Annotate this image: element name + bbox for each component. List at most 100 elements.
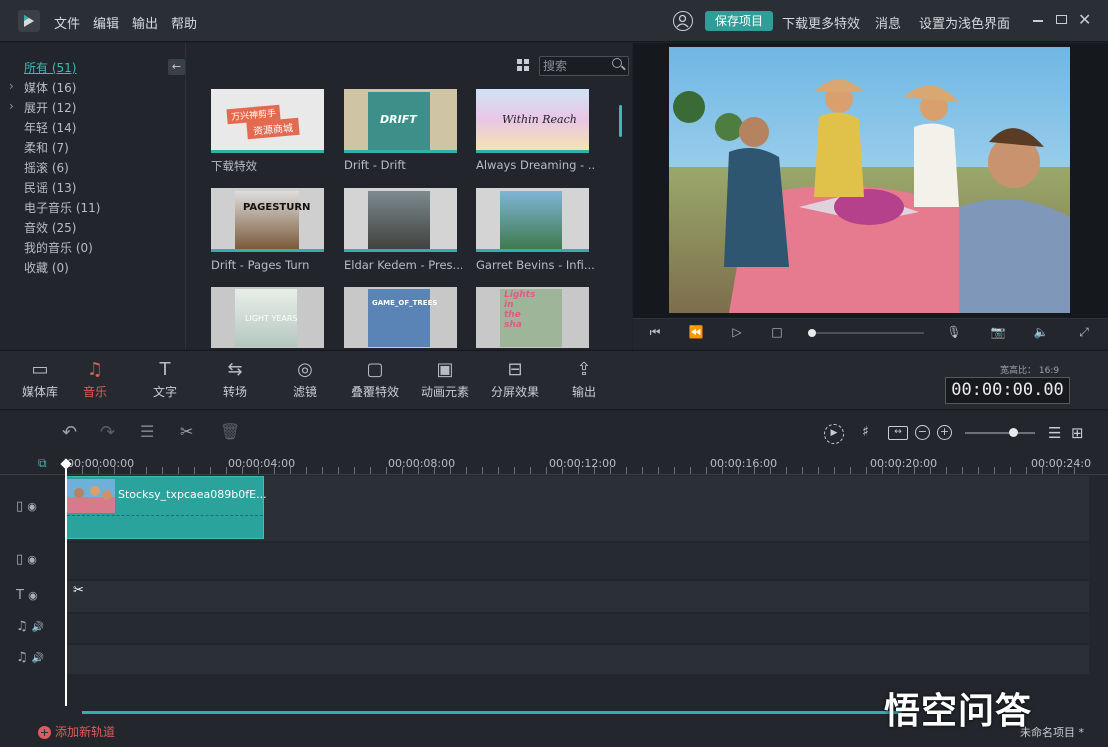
undo-icon[interactable]: ↶ xyxy=(62,422,77,443)
download-effects-link[interactable]: 下载更多特效 xyxy=(782,13,860,32)
tool-text[interactable]: T 文字 xyxy=(135,360,195,400)
grid-layout-icon[interactable]: ⊞ xyxy=(1071,424,1084,442)
maximize-icon[interactable] xyxy=(1056,15,1067,24)
library-scrollbar[interactable] xyxy=(619,105,622,137)
account-icon[interactable] xyxy=(673,11,693,31)
category-item[interactable]: 音效 (25) xyxy=(24,219,76,236)
tool-element[interactable]: ▣ 动画元素 xyxy=(415,360,475,400)
zoom-out-icon[interactable]: − xyxy=(915,425,930,440)
media-thumb[interactable]: Lights in the sha xyxy=(476,287,589,348)
clip-label: Stocksy_txpcaea089b0fE... xyxy=(118,488,267,501)
tool-label: 音乐 xyxy=(82,385,107,399)
play-icon[interactable]: ▷ xyxy=(729,325,745,341)
tool-transition[interactable]: ⇆ 转场 xyxy=(205,360,265,400)
timeline-scrollbar[interactable] xyxy=(82,711,902,714)
category-item[interactable]: 所有 (51) xyxy=(24,59,76,76)
media-thumb[interactable] xyxy=(476,188,589,252)
redo-icon[interactable]: ↷ xyxy=(100,422,115,443)
audio-mixer-icon[interactable]: ♯ xyxy=(862,424,869,440)
media-thumb[interactable]: GAME_OF_TREES xyxy=(344,287,457,348)
text-track[interactable] xyxy=(66,581,1089,612)
minimize-icon[interactable] xyxy=(1033,20,1043,22)
tool-label: 媒体库 xyxy=(21,385,58,399)
thumb-art-text: 资源商城 xyxy=(246,117,300,140)
media-thumb[interactable] xyxy=(344,188,457,252)
list-view-icon[interactable]: ☰ xyxy=(1048,424,1061,442)
volume-icon[interactable]: 🔈 xyxy=(1033,325,1049,341)
media-thumb[interactable]: LIGHT YEARS xyxy=(211,287,324,348)
tool-export[interactable]: ⇪ 输出 xyxy=(554,360,614,400)
thumb-art-text: PAGESTURN xyxy=(243,202,311,213)
zoom-in-icon[interactable]: + xyxy=(937,425,952,440)
close-icon[interactable]: ✕ xyxy=(1078,10,1091,29)
scissors-icon[interactable]: ✂ xyxy=(73,583,84,598)
expand-arrow-icon[interactable]: › xyxy=(9,99,14,113)
collapse-panel-icon[interactable]: ← xyxy=(168,59,185,75)
menu-help[interactable]: 帮助 xyxy=(171,13,197,32)
expand-arrow-icon[interactable]: › xyxy=(9,79,14,93)
preview-frame xyxy=(669,47,1070,313)
category-item[interactable]: › 媒体 (16) xyxy=(9,79,76,96)
overlay-track[interactable] xyxy=(66,543,1089,579)
tool-label: 文字 xyxy=(152,385,177,399)
grid-view-icon[interactable] xyxy=(517,59,530,72)
fullscreen-icon[interactable]: ⤢ xyxy=(1076,325,1092,341)
media-thumb[interactable]: PAGESTURN xyxy=(211,188,324,252)
export-icon: ⇪ xyxy=(576,359,592,380)
category-item[interactable]: 收藏 (0) xyxy=(24,259,69,276)
category-item[interactable]: 年轻 (14) xyxy=(24,119,76,136)
adjust-icon[interactable]: ☰ xyxy=(140,422,154,441)
audio-track-1[interactable] xyxy=(66,614,1089,643)
category-item[interactable]: 柔和 (7) xyxy=(24,139,69,156)
tool-folder[interactable]: ▭ 媒体库 xyxy=(10,360,70,400)
thumb-art-text: in xyxy=(504,300,514,310)
thumb-art-text: Within Reach xyxy=(502,113,577,126)
category-item[interactable]: 民谣 (13) xyxy=(24,179,76,196)
category-item[interactable]: 电子音乐 (11) xyxy=(24,199,100,216)
media-thumb[interactable]: DRIFT xyxy=(344,89,457,153)
snapshot-icon[interactable]: 📷 xyxy=(990,325,1006,341)
delete-icon[interactable]: 🗑 xyxy=(220,422,240,441)
aspect-ratio-label: 宽高比： 16:9 xyxy=(1000,366,1060,376)
zoom-slider-track[interactable] xyxy=(965,432,1035,434)
tool-overlay[interactable]: ▢ 叠覆特效 xyxy=(345,360,405,400)
menu-export[interactable]: 输出 xyxy=(132,13,158,32)
theme-toggle[interactable]: 设置为浅色界面 xyxy=(919,13,1010,32)
save-project-button[interactable]: 保存项目 xyxy=(705,11,773,31)
category-item[interactable]: 我的音乐 (0) xyxy=(24,239,93,256)
add-track-button[interactable]: + 添加新轨道 xyxy=(38,723,115,740)
step-back-icon[interactable]: ⏪ xyxy=(688,325,704,341)
media-thumb-download[interactable]: 万兴神剪手 资源商城 xyxy=(211,89,324,153)
category-item[interactable]: 摇滚 (6) xyxy=(24,159,69,176)
tool-splitscreen[interactable]: ⊟ 分屏效果 xyxy=(485,360,545,400)
microphone-icon[interactable]: 🎙 xyxy=(946,325,962,341)
menu-edit[interactable]: 编辑 xyxy=(93,13,119,32)
clip-thumbnail xyxy=(67,479,115,513)
cut-icon[interactable]: ✂ xyxy=(180,422,193,441)
tool-label: 输出 xyxy=(571,385,596,399)
tool-music[interactable]: ♫ 音乐 xyxy=(65,360,125,400)
zoom-slider-handle[interactable] xyxy=(1009,428,1018,437)
menu-file[interactable]: 文件 xyxy=(54,13,80,32)
tool-filter[interactable]: ◎ 滤镜 xyxy=(275,360,335,400)
media-thumb[interactable]: Within Reach xyxy=(476,89,589,153)
media-label: 下载特效 xyxy=(211,159,257,173)
snap-icon[interactable]: ⧉ xyxy=(38,456,47,471)
preview-progress-track[interactable] xyxy=(810,332,924,334)
playhead[interactable] xyxy=(65,462,67,706)
category-label: 柔和 (7) xyxy=(24,141,69,155)
category-item[interactable]: › 展开 (12) xyxy=(9,99,76,116)
audio-track-2[interactable] xyxy=(66,645,1089,674)
stop-icon[interactable]: □ xyxy=(769,325,785,341)
fit-timeline-icon[interactable]: ↔ xyxy=(888,426,908,440)
messages-link[interactable]: 消息 xyxy=(875,13,901,32)
thumb-art-text: the xyxy=(504,310,521,320)
skip-back-icon[interactable]: ⏮ xyxy=(647,325,663,341)
audio-track-header: ♫ 🔊 xyxy=(16,650,45,665)
tool-label: 滤镜 xyxy=(292,385,317,399)
media-label: Eldar Kedem - Pres... xyxy=(344,258,462,272)
preview-progress-handle[interactable] xyxy=(808,329,816,337)
tool-label: 分屏效果 xyxy=(490,385,539,399)
category-label: 摇滚 (6) xyxy=(24,161,69,175)
render-preview-icon[interactable]: ▶ xyxy=(824,424,844,444)
